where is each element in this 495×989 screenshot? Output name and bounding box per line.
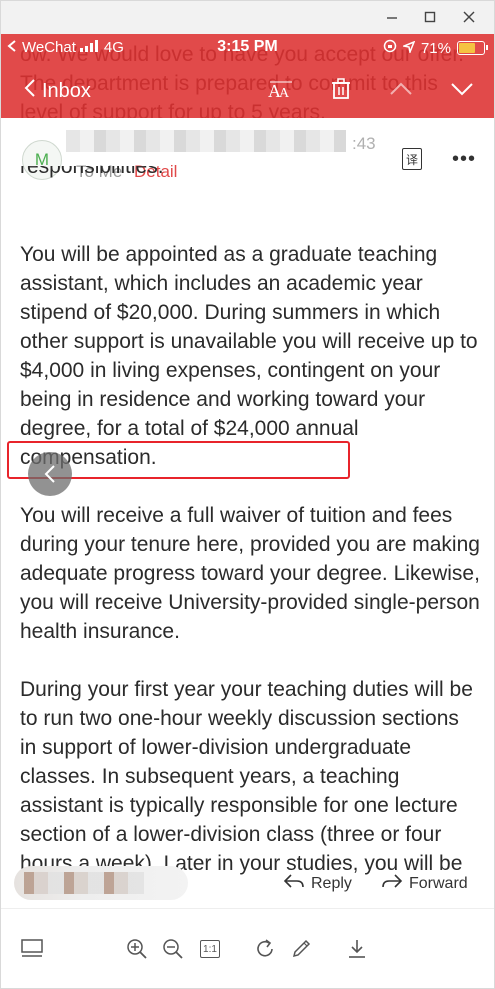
paragraph-teaching: During your first year your teaching dut… [20, 678, 473, 875]
actual-size-icon[interactable]: 1:1 [198, 937, 222, 961]
sender-name-blurred [66, 130, 346, 152]
forward-button[interactable]: Forward [381, 872, 468, 895]
paragraph-tuition: You will receive a full waiver of tuitio… [20, 504, 480, 643]
floating-back-button[interactable] [28, 452, 72, 496]
reply-bar: Reply Forward [0, 856, 495, 908]
maximize-icon[interactable] [422, 9, 438, 25]
actual-size-label: 1:1 [200, 940, 220, 958]
edit-icon[interactable] [289, 937, 313, 961]
partial-paragraph: responsibilities. [20, 166, 164, 178]
reply-button[interactable]: Reply [283, 872, 352, 895]
email-body: responsibilities. You will be appointed … [20, 166, 480, 907]
bottom-toolbar: 1:1 [0, 908, 495, 989]
emulator-titlebar [0, 0, 495, 34]
paragraph-stipend: You will be appointed as a graduate teac… [20, 243, 478, 469]
chevron-down-icon[interactable] [450, 82, 474, 101]
font-size-icon[interactable]: AA [268, 79, 294, 106]
zoom-out-icon[interactable] [161, 937, 185, 961]
close-icon[interactable] [461, 9, 477, 25]
reply-icon [283, 872, 305, 895]
trash-icon[interactable] [331, 78, 351, 105]
forward-label: Forward [409, 874, 468, 892]
reply-label: Reply [311, 874, 352, 892]
forward-icon [381, 872, 403, 895]
chevron-up-icon[interactable] [389, 82, 413, 101]
inbox-back-button[interactable]: Inbox [24, 78, 91, 104]
download-icon[interactable] [345, 937, 369, 961]
zoom-in-icon[interactable] [125, 937, 149, 961]
layout-toggle-icon[interactable] [20, 937, 44, 961]
minimize-icon[interactable] [384, 9, 400, 25]
quick-reply-field-blurred[interactable] [14, 866, 188, 900]
svg-text:A: A [279, 86, 290, 101]
chevron-left-icon [24, 78, 36, 104]
refresh-icon[interactable] [253, 937, 277, 961]
sender-time: :43 [352, 134, 376, 153]
navigation-bar [0, 34, 495, 84]
inbox-label: Inbox [42, 79, 91, 102]
